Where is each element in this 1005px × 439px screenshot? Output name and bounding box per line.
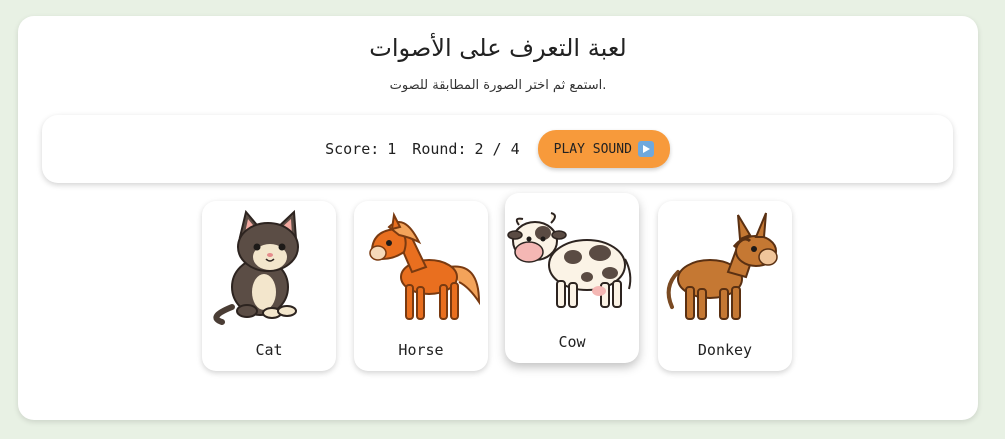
- animal-card-cat[interactable]: Cat: [202, 201, 336, 371]
- donkey-icon: [666, 212, 778, 320]
- animal-card-donkey[interactable]: Donkey: [658, 201, 792, 371]
- round-value: 2 / 4: [474, 140, 520, 158]
- play-sound-button[interactable]: PLAY SOUND: [537, 130, 670, 168]
- card-label-donkey: Donkey: [697, 341, 753, 359]
- animal-card-horse[interactable]: Horse: [354, 201, 488, 371]
- cat-icon: [213, 209, 299, 325]
- score-display: Score: 1: [325, 140, 396, 158]
- game-panel: لعبة التعرف على الأصوات استمع ثم اختر ال…: [18, 16, 978, 420]
- animal-card-cow[interactable]: Cow: [505, 193, 639, 363]
- round-label: Round:: [412, 140, 467, 158]
- card-label-cat: Cat: [255, 341, 283, 359]
- score-label: Score:: [325, 140, 380, 158]
- card-label-cow: Cow: [558, 333, 586, 351]
- score-value: 1: [387, 140, 397, 158]
- play-icon: [637, 141, 654, 157]
- horse-icon: [369, 211, 481, 320]
- status-bar: Score: 1 Round: 2 / 4 PLAY SOUND: [42, 115, 953, 183]
- page-title: لعبة التعرف على الأصوات: [369, 34, 627, 62]
- round-display: Round: 2 / 4: [412, 140, 519, 158]
- play-sound-label: PLAY SOUND: [553, 141, 632, 157]
- cow-icon: [507, 212, 632, 308]
- card-label-horse: Horse: [398, 341, 444, 359]
- instruction-text: استمع ثم اختر الصورة المطابقة للصوت.: [389, 78, 607, 93]
